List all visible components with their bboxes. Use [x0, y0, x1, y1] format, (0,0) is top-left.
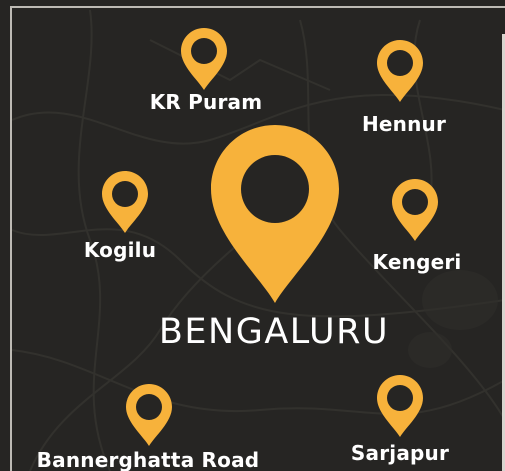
location-label-kr-puram: KR Puram	[149, 90, 263, 114]
map-pin-icon-kogilu	[102, 171, 148, 233]
location-label-kengeri: Kengeri	[372, 250, 462, 274]
map-pin-icon-kengeri	[392, 179, 438, 241]
map-pin-icon-large	[211, 125, 339, 303]
map-pin-icon-hennur	[377, 40, 423, 102]
location-label-hennur: Hennur	[361, 112, 447, 136]
city-label: BENGALURU	[158, 312, 390, 352]
location-label-sarjapur: Sarjapur	[350, 441, 450, 465]
map-pin-icon-kr-puram	[181, 28, 227, 90]
location-label-kogilu: Kogilu	[83, 238, 157, 262]
map-pin-icon-bannerghatta-road	[126, 384, 172, 446]
map-pin-icon-sarjapur	[377, 375, 423, 437]
map-canvas: BENGALURU KR Puram Hennur Kogilu Kengeri…	[0, 0, 505, 471]
location-label-bannerghatta-road: Bannerghatta Road	[36, 448, 260, 471]
